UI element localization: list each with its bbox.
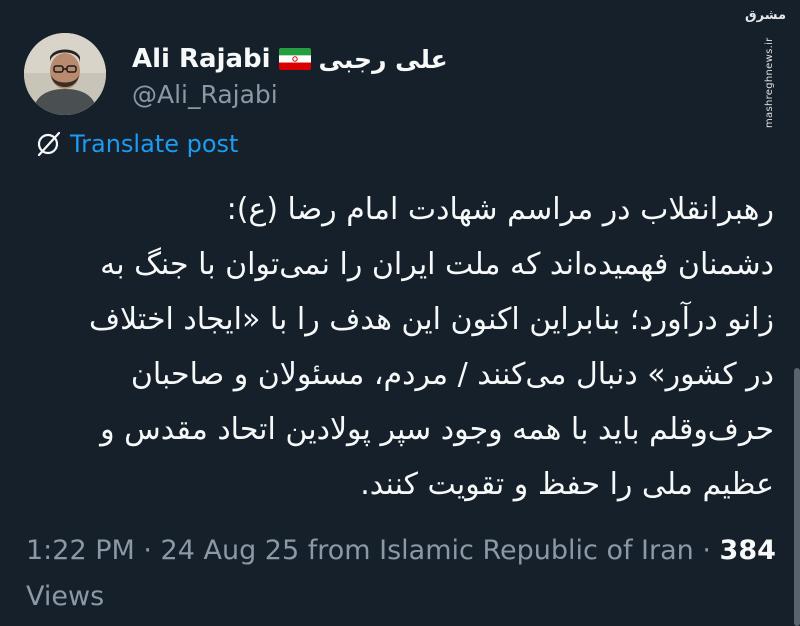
tweet-text-line: عظیم ملی را حفظ و تقویت کنند. — [360, 467, 774, 502]
watermark-logo: مشرق — [745, 8, 786, 23]
iran-flag-icon — [278, 48, 311, 70]
avatar[interactable] — [24, 33, 106, 115]
views-count: 384 — [719, 535, 776, 566]
tweet-metadata: 1:22 PM · 24 Aug 25 from Islamic Republi… — [26, 528, 786, 620]
avatar-photo — [24, 33, 106, 115]
tweet-text-line: حرف‌وقلم باید با همه وجود سپر پولادین ات… — [100, 412, 774, 447]
scrollbar[interactable] — [794, 368, 800, 626]
watermark: مشرق mashreghnews.ir — [745, 8, 786, 128]
tweet-date[interactable]: 24 Aug 25 — [161, 535, 300, 566]
tweet-source: from Islamic Republic of Iran — [299, 535, 694, 566]
translate-post-label: Translate post — [70, 130, 239, 158]
tweet-time[interactable]: 1:22 PM — [26, 535, 135, 566]
author-alt-name[interactable]: علی رجبی — [319, 45, 448, 74]
translate-post-link[interactable]: Translate post — [34, 130, 238, 158]
translate-globe-icon — [34, 130, 62, 158]
tweet-text-line: زانو درآورد؛ بنابراین اکنون این هدف را ب… — [88, 302, 774, 337]
author-handle[interactable]: @Ali_Rajabi — [132, 80, 278, 109]
tweet-text-line: در کشور» دنبال می‌کنند / مردم، مسئولان و… — [130, 357, 774, 392]
tweet-text-line: دشمنان فهمیده‌اند که ملت ایران را نمی‌تو… — [100, 247, 774, 282]
author-display-name[interactable]: Ali Rajabi — [132, 44, 271, 74]
tweet-text: رهبرانقلاب در مراسم شهادت امام رضا (ع): … — [14, 182, 774, 512]
meta-separator: · — [693, 535, 720, 566]
author-name-row: Ali Rajabi علی رجبی — [132, 40, 448, 78]
watermark-url: mashreghnews.ir — [764, 37, 775, 128]
views-label: Views — [26, 581, 105, 612]
tweet-text-line: رهبرانقلاب در مراسم شهادت امام رضا (ع): — [226, 192, 774, 227]
meta-separator: · — [134, 535, 161, 566]
